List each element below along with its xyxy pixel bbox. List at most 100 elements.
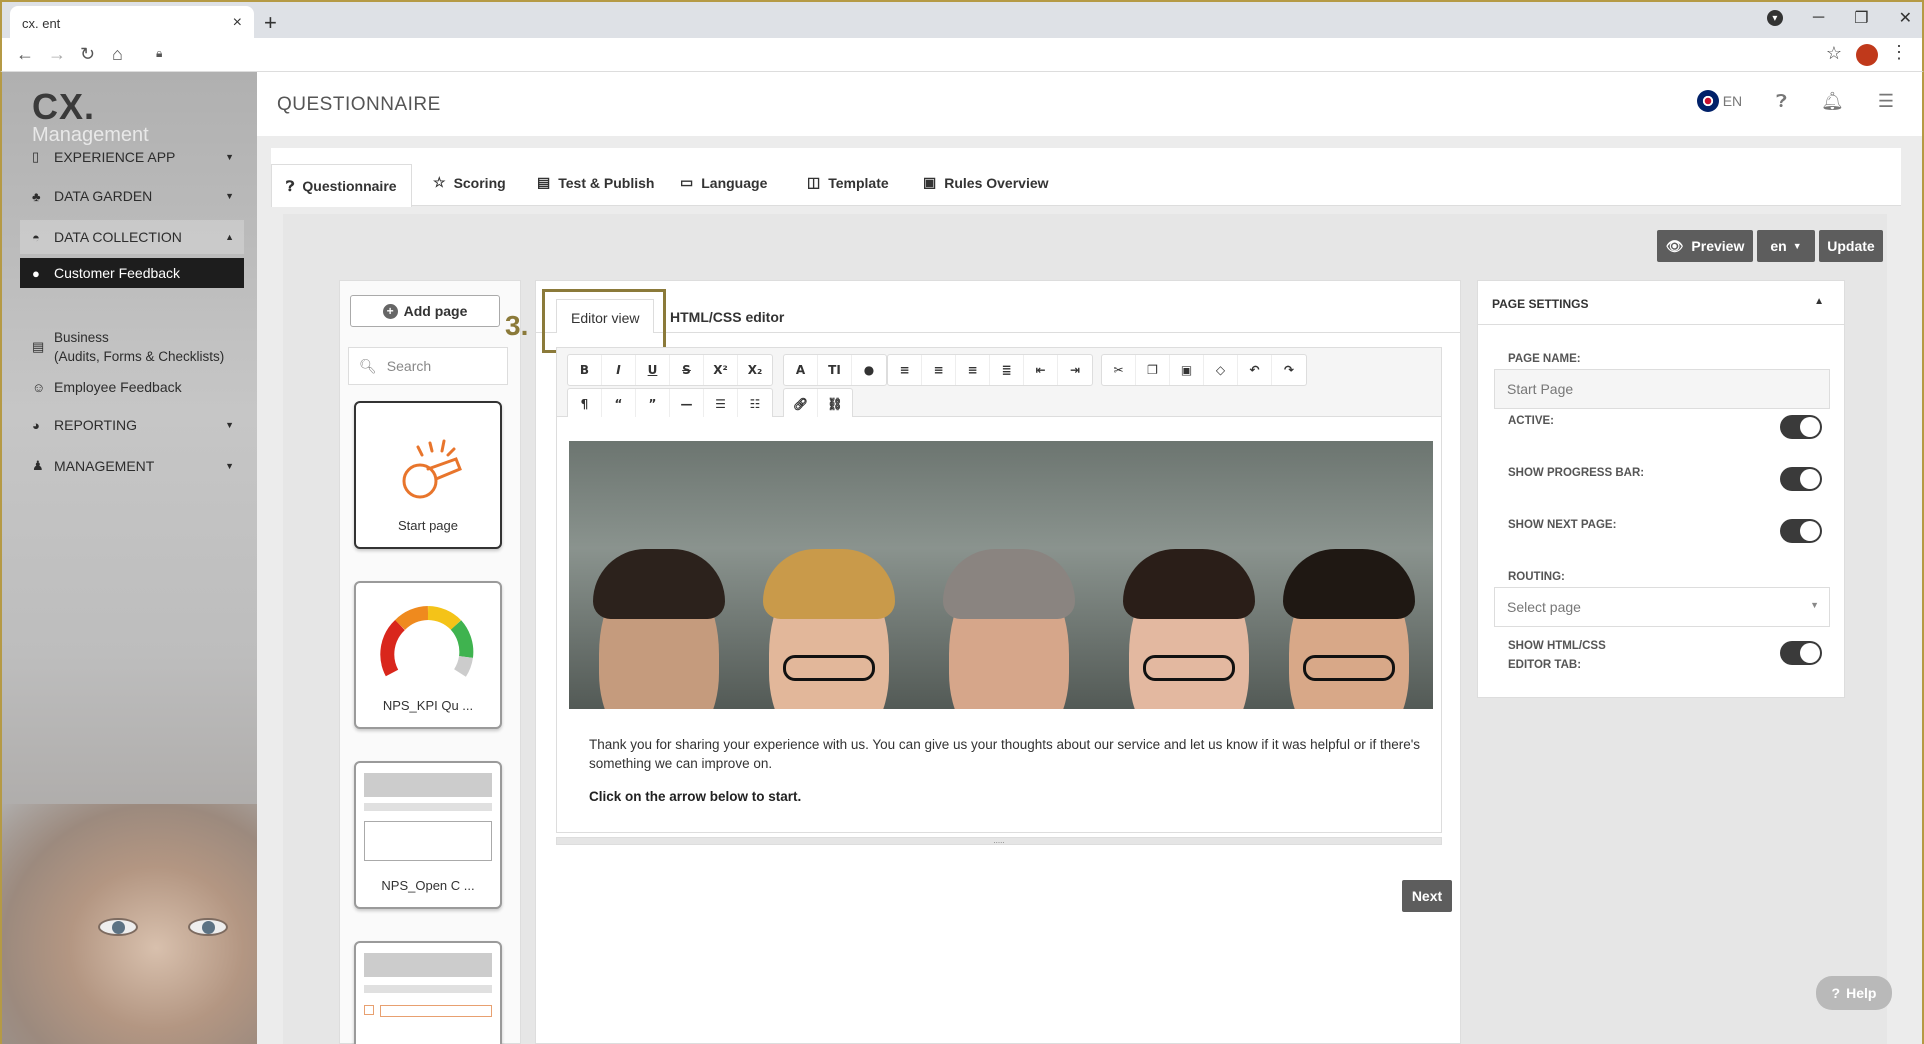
numbered-list-icon[interactable]: ☷	[738, 389, 772, 419]
tab-html-css-editor[interactable]: HTML/CSS editor	[670, 309, 784, 325]
window-close-icon[interactable]: ✕	[1899, 8, 1912, 28]
list-menu-icon[interactable]: ☰	[1878, 91, 1894, 112]
sidebar-item-data-collection[interactable]: ◓ DATA COLLECTION ▲	[20, 220, 244, 254]
tab-scoring[interactable]: ☆ Scoring	[433, 174, 506, 191]
page-name-input[interactable]: Start Page	[1494, 369, 1830, 409]
briefcase-icon: ▤	[32, 339, 45, 354]
search-icon: 🔍︎	[359, 357, 377, 374]
gauge-icon	[380, 606, 474, 677]
bookmark-star-icon[interactable]: ☆	[1826, 43, 1842, 64]
preview-button[interactable]: 👁︎ Preview	[1657, 230, 1753, 262]
uk-flag-icon	[1696, 90, 1719, 113]
help-circle-icon[interactable]: ❓︎	[1776, 91, 1787, 112]
sidebar-item-employee-feedback[interactable]: ☺ Employee Feedback	[20, 370, 244, 404]
routing-label: ROUTING:	[1508, 571, 1565, 583]
placeholder-line	[364, 803, 492, 811]
sidebar-item-data-garden[interactable]: ♣ DATA GARDEN ▼	[20, 179, 244, 213]
page-card-start[interactable]: Start page	[354, 401, 502, 549]
quote-left-icon[interactable]: “	[602, 389, 636, 419]
html-tab-toggle[interactable]	[1780, 641, 1822, 665]
superscript-icon[interactable]: X²	[704, 355, 738, 385]
sidebar: CX. Management ▯ EXPERIENCE APP ▼ ♣ DATA…	[0, 72, 257, 1044]
lock-icon[interactable]: 🔒︎	[156, 46, 162, 61]
editor-resize-handle[interactable]: .....	[556, 837, 1442, 845]
sidebar-item-label: EXPERIENCE APP	[54, 149, 176, 165]
tab-test-publish[interactable]: ▤ Test & Publish	[537, 174, 654, 191]
bullet-list-icon[interactable]: ☰	[704, 389, 738, 419]
active-toggle[interactable]	[1780, 415, 1822, 439]
page-card-nps-open[interactable]: NPS_Open C ...	[354, 761, 502, 909]
align-right-icon[interactable]: ≡	[956, 355, 990, 385]
minimize-icon[interactable]: ─	[1813, 9, 1824, 27]
strikethrough-icon[interactable]: S	[670, 355, 704, 385]
align-left-icon[interactable]: ≡	[888, 355, 922, 385]
download-icon[interactable]: ▾	[1766, 10, 1783, 26]
sidebar-item-experience-app[interactable]: ▯ EXPERIENCE APP ▼	[20, 140, 244, 174]
page-card-extra[interactable]	[354, 941, 502, 1044]
page-settings-header[interactable]: PAGE SETTINGS ▲	[1478, 281, 1844, 325]
back-icon[interactable]: ←	[16, 44, 34, 65]
editor-content-area[interactable]: Thank you for sharing your experience wi…	[556, 417, 1442, 833]
unlink-icon[interactable]: ⛓	[818, 389, 852, 419]
bell-icon[interactable]: 🔔︎	[1821, 91, 1844, 112]
link-icon[interactable]: 🔗︎	[784, 389, 818, 419]
update-button[interactable]: Update	[1819, 230, 1883, 262]
horizontal-rule-icon[interactable]: —	[670, 389, 704, 419]
align-center-icon[interactable]: ≡	[922, 355, 956, 385]
outdent-icon[interactable]: ⇤	[1024, 355, 1058, 385]
paragraph-icon[interactable]: ¶	[568, 389, 602, 419]
page-search-input[interactable]: 🔍︎ Search	[348, 347, 508, 385]
forward-icon[interactable]: →	[48, 44, 66, 65]
align-justify-icon[interactable]: ≣	[990, 355, 1024, 385]
copy-icon[interactable]: ❐	[1136, 355, 1170, 385]
tab-template[interactable]: ◫ Template	[807, 174, 889, 191]
rich-text-toolbar: B I U S X² X₂ A TI ● ≡ ≡ ≡ ≣ ⇤ ⇥ ✂ ❐ ▣ ◇…	[556, 347, 1442, 420]
sidebar-item-reporting[interactable]: ◕ REPORTING ▼	[20, 408, 244, 442]
bold-icon[interactable]: B	[568, 355, 602, 385]
next-page-label: SHOW NEXT PAGE:	[1508, 519, 1617, 531]
profile-avatar[interactable]	[1856, 44, 1878, 66]
restore-icon[interactable]: ❐	[1854, 8, 1868, 28]
new-tab-button[interactable]: +	[264, 10, 277, 36]
sidebar-item-label: Employee Feedback	[54, 379, 182, 395]
browser-menu-icon[interactable]: ⋮	[1890, 42, 1908, 63]
underline-icon[interactable]: U	[636, 355, 670, 385]
italic-icon[interactable]: I	[602, 355, 636, 385]
close-tab-icon[interactable]: ×	[233, 14, 242, 32]
indent-icon[interactable]: ⇥	[1058, 355, 1092, 385]
redo-icon[interactable]: ↷	[1272, 355, 1306, 385]
progress-bar-label: SHOW PROGRESS BAR:	[1508, 467, 1645, 479]
reload-icon[interactable]: ↻	[80, 44, 95, 65]
cut-icon[interactable]: ✂	[1102, 355, 1136, 385]
language-select[interactable]: en ▼	[1757, 230, 1815, 262]
next-page-toggle[interactable]	[1780, 519, 1822, 543]
undo-icon[interactable]: ↶	[1238, 355, 1272, 385]
next-button[interactable]: Next	[1402, 880, 1452, 912]
subscript-icon[interactable]: X₂	[738, 355, 772, 385]
home-icon[interactable]: ⌂	[112, 44, 123, 65]
paste-icon[interactable]: ▣	[1170, 355, 1204, 385]
add-page-button[interactable]: + Add page	[350, 295, 500, 327]
tab-language[interactable]: ▭ Language	[680, 174, 767, 191]
progress-bar-toggle[interactable]	[1780, 467, 1822, 491]
sidebar-item-business[interactable]: ▤ Business (Audits, Forms & Checklists)	[20, 322, 244, 372]
sidebar-item-customer-feedback[interactable]: ● Customer Feedback	[20, 258, 244, 288]
quote-right-icon[interactable]: ”	[636, 389, 670, 419]
page-card-nps-kpi[interactable]: NPS_KPI Qu ...	[354, 581, 502, 729]
eraser-icon[interactable]: ◇	[1204, 355, 1238, 385]
font-icon[interactable]: A	[784, 355, 818, 385]
start-instruction: Click on the arrow below to start.	[589, 789, 802, 804]
text-size-icon[interactable]: TI	[818, 355, 852, 385]
routing-select[interactable]: Select page ▼	[1494, 587, 1830, 627]
browser-tab[interactable]: cx. ent ×	[10, 6, 254, 40]
tab-questionnaire[interactable]: ❓︎ Questionnaire	[271, 164, 412, 207]
inbox-icon: ◓	[32, 229, 40, 245]
help-button[interactable]: ? Help	[1816, 976, 1892, 1010]
color-drop-icon[interactable]: ●	[852, 355, 886, 385]
sidebar-item-management[interactable]: ♟ MANAGEMENT ▼	[20, 449, 244, 483]
app-logo[interactable]: CX. Management	[32, 86, 149, 147]
language-switcher[interactable]: EN	[1696, 90, 1742, 113]
tab-rules-overview[interactable]: ▣ Rules Overview	[923, 174, 1049, 191]
language-icon: ▭	[680, 174, 694, 190]
main-content: ❓︎ Questionnaire ☆ Scoring ▤ Test & Publ…	[257, 136, 1924, 1044]
